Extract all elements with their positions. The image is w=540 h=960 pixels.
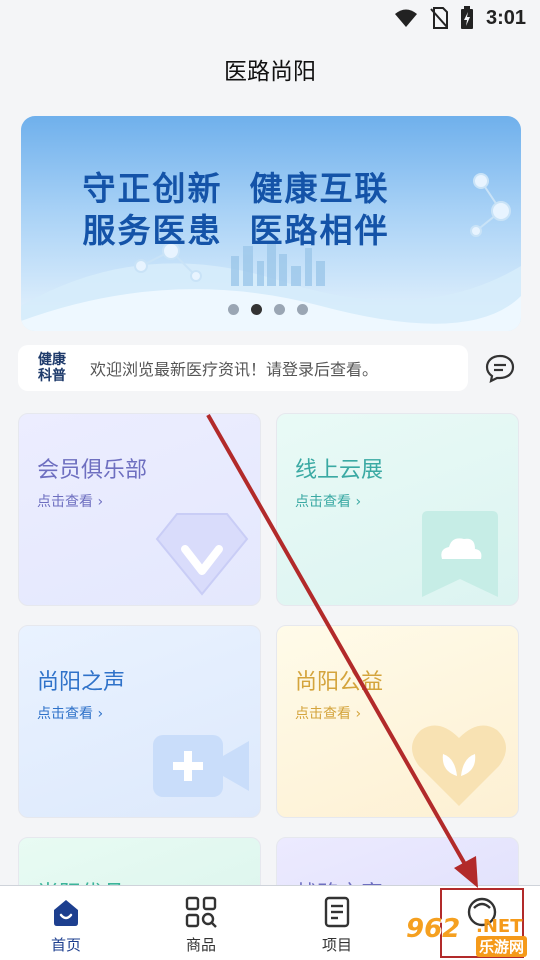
home-icon (54, 900, 78, 926)
app-header: 医路尚阳 (0, 36, 540, 102)
tab-label: 商品 (185, 936, 216, 954)
news-notice-bar[interactable]: 健康 科普 欢迎浏览最新医疗资讯！请登录后查看。 (18, 345, 468, 391)
banner-headline-2: 服务医患 医路相伴 (82, 211, 390, 250)
health-science-tag: 健康 科普 (30, 352, 74, 384)
message-icon[interactable] (484, 352, 516, 384)
card-link-label: 点击查看 (295, 494, 351, 510)
wifi-icon (394, 9, 417, 27)
card-link[interactable]: 点击查看 › (37, 491, 103, 511)
carousel-dot-active[interactable] (251, 304, 262, 315)
card-title: 会员俱乐部 (37, 458, 148, 483)
watermark-site: 乐游网 (476, 936, 528, 957)
card-title: 尚阳公益 (295, 670, 384, 695)
tab-label: 项目 (321, 936, 352, 954)
card-link[interactable]: 点击查看 › (295, 703, 361, 723)
tab-products[interactable]: 商品 (161, 886, 241, 960)
carousel-dot[interactable] (297, 304, 308, 315)
card-link-label: 点击查看 (295, 706, 351, 722)
tab-projects[interactable]: 项目 (297, 886, 377, 960)
status-bar: 3:01 (0, 0, 540, 36)
video-icon (153, 735, 249, 797)
watermark-domain: .NET (476, 916, 523, 937)
grid-search-icon (185, 896, 217, 928)
card-link[interactable]: 点击查看 › (37, 703, 103, 723)
card-link-label: 点击查看 (37, 706, 93, 722)
heart-leaf-icon (411, 725, 507, 806)
card-online-expo[interactable]: 线上云展 点击查看 › (276, 413, 519, 606)
site-watermark: 962 .NET 乐游网 (402, 912, 540, 958)
banner-carousel[interactable]: 守正创新 健康互联 服务医患 医路相伴 (21, 116, 521, 331)
battery-charging-icon (460, 6, 473, 29)
card-shangyang-voice[interactable]: 尚阳之声 点击查看 › (18, 625, 261, 818)
carousel-indicator (228, 304, 308, 315)
tag-line-2: 科普 (38, 368, 66, 384)
card-title: 线上云展 (295, 458, 384, 483)
status-time: 3:01 (485, 6, 526, 29)
carousel-dot[interactable] (274, 304, 285, 315)
tag-line-1: 健康 (38, 352, 66, 368)
no-sim-icon (430, 7, 448, 29)
card-link-label: 点击查看 (37, 494, 93, 510)
tab-label: 首页 (50, 936, 81, 954)
card-member-club[interactable]: 会员俱乐部 点击查看 › (18, 413, 261, 606)
card-public-welfare[interactable]: 尚阳公益 点击查看 › (276, 625, 519, 818)
page-title: 医路尚阳 (224, 59, 316, 85)
notice-text: 欢迎浏览最新医疗资讯！请登录后查看。 (90, 360, 379, 379)
cloud-icon (422, 511, 498, 597)
carousel-dot[interactable] (228, 304, 239, 315)
diamond-icon (155, 513, 249, 596)
banner-headline-1: 守正创新 健康互联 (82, 169, 390, 208)
card-title: 尚阳之声 (37, 670, 126, 695)
document-icon (324, 896, 350, 928)
tab-home[interactable]: 首页 (26, 886, 106, 960)
card-link[interactable]: 点击查看 › (295, 491, 361, 511)
watermark-number: 962 (406, 914, 461, 944)
